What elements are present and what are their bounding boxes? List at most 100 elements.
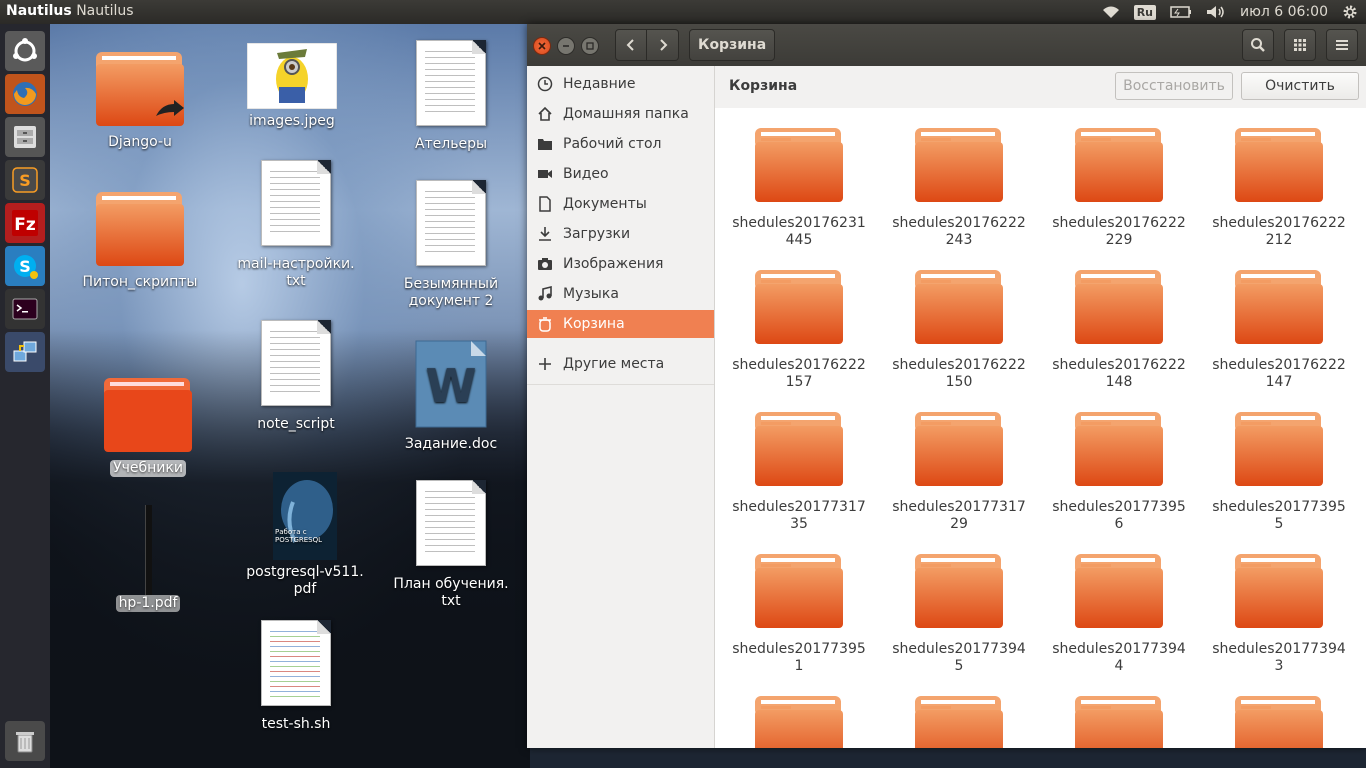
sidebar-item-label: Загрузки: [563, 226, 631, 242]
svg-text:S: S: [19, 257, 31, 276]
desktop-icon-textbooks[interactable]: Учебники: [83, 376, 213, 477]
camera-icon: [538, 258, 552, 270]
sidebar-item-documents[interactable]: Документы: [527, 190, 714, 218]
forward-button[interactable]: [647, 29, 679, 61]
sidebar-item-recent[interactable]: Недавние: [527, 70, 714, 98]
desktop-icon-python-scripts[interactable]: Питон_скрипты: [75, 190, 205, 291]
download-icon: [539, 227, 551, 241]
sidebar-item-other-locations[interactable]: Другие места: [527, 350, 714, 378]
search-button[interactable]: [1242, 29, 1274, 61]
restore-button[interactable]: Восстановить: [1115, 72, 1233, 100]
desktop-icon-postgresql-pdf[interactable]: Работа с POSTGRESQL postgresql-v511. pdf: [240, 472, 370, 598]
trash-icon: [539, 317, 551, 332]
desktop-icon-study-plan[interactable]: План обучения. txt: [386, 480, 516, 610]
trash-folder-item[interactable]: shedules20177395 1: [721, 552, 877, 675]
script-file-icon: [261, 620, 331, 706]
file-name: shedules20177394 4: [1052, 641, 1186, 674]
file-name: shedules20176222 243: [892, 215, 1026, 248]
headerbar: Корзина: [527, 24, 1366, 66]
file-name: shedules20176222 147: [1212, 357, 1346, 390]
trash-folder-item[interactable]: shedules20176222 150: [881, 268, 1037, 391]
desktop-icon-images-jpeg[interactable]: images.jpeg: [227, 42, 357, 130]
desktop-icon-untitled-doc[interactable]: Безымянный документ 2: [386, 180, 516, 310]
wifi-icon[interactable]: [1102, 5, 1120, 19]
clock-icon: [537, 76, 553, 92]
desktop-icon-django-u[interactable]: Django-u: [75, 50, 205, 151]
skype-icon[interactable]: S: [5, 246, 45, 286]
desktop-icon-task-doc[interactable]: W Задание.doc: [386, 340, 516, 453]
empty-trash-button[interactable]: Очистить: [1241, 72, 1359, 100]
sublime-text-icon[interactable]: S: [5, 160, 45, 200]
desktop-icon-label: Задание.doc: [404, 436, 498, 452]
window-maximize-button[interactable]: [581, 37, 599, 55]
trash-folder-item[interactable]: shedules20176222 243: [881, 126, 1037, 249]
trash-folder-item[interactable]: [1201, 694, 1357, 748]
sidebar-item-video[interactable]: Видео: [527, 160, 714, 188]
trash-folder-item[interactable]: shedules20177317 29: [881, 410, 1037, 533]
trash-folder-item[interactable]: shedules20177395 5: [1201, 410, 1357, 533]
sidebar-item-home[interactable]: Домашняя папка: [527, 100, 714, 128]
trash-icon[interactable]: [5, 721, 45, 761]
file-name: shedules20177317 29: [892, 499, 1026, 532]
network-settings-icon[interactable]: [5, 332, 45, 372]
trash-folder-item[interactable]: shedules20177394 5: [881, 552, 1037, 675]
location-breadcrumb[interactable]: Корзина: [689, 29, 776, 61]
desktop-icon-hp-pdf[interactable]: hp-1.pdf: [83, 505, 213, 612]
sidebar-item-trash[interactable]: Корзина: [527, 310, 714, 338]
back-button[interactable]: [615, 29, 647, 61]
keyboard-layout-indicator[interactable]: Ru: [1133, 4, 1156, 20]
file-name: shedules20177394 3: [1212, 641, 1346, 674]
window-minimize-button[interactable]: [557, 37, 575, 55]
text-file-icon: [416, 480, 486, 566]
sidebar-item-desktop[interactable]: Рабочий стол: [527, 130, 714, 158]
trash-folder-item[interactable]: [721, 694, 877, 748]
folder-icon: [1075, 270, 1163, 344]
terminal-icon[interactable]: [5, 289, 45, 329]
desktop-icon-label: note_script: [257, 416, 335, 432]
desktop-icon-label: postgresql-v511. pdf: [246, 564, 364, 597]
desktop-icon-mail-settings[interactable]: mail-настройки. txt: [231, 160, 361, 290]
sidebar-item-label: Документы: [563, 196, 647, 212]
trash-folder-item[interactable]: shedules20177394 4: [1041, 552, 1197, 675]
trash-folder-item[interactable]: shedules20177317 35: [721, 410, 877, 533]
trash-folder-item[interactable]: [881, 694, 1037, 748]
trash-folder-item[interactable]: shedules20176222 212: [1201, 126, 1357, 249]
clock[interactable]: июл 6 06:00: [1240, 4, 1328, 20]
sidebar-item-music[interactable]: Музыка: [527, 280, 714, 308]
file-name: shedules20176222 157: [732, 357, 866, 390]
folder-icon: [915, 128, 1003, 202]
ubuntu-dash-icon[interactable]: [5, 31, 45, 71]
trash-folder-item[interactable]: [1041, 694, 1197, 748]
trash-folder-item[interactable]: shedules20177395 6: [1041, 410, 1197, 533]
settings-gear-icon[interactable]: [1342, 4, 1358, 20]
file-view: Корзина Восстановить Очистить shedules20…: [715, 66, 1366, 748]
firefox-icon[interactable]: [5, 74, 45, 114]
sidebar-item-label: Рабочий стол: [563, 136, 662, 152]
sidebar-item-pictures[interactable]: Изображения: [527, 250, 714, 278]
trash-folder-item[interactable]: shedules20176222 229: [1041, 126, 1197, 249]
battery-icon[interactable]: [1170, 6, 1192, 18]
trash-folder-item[interactable]: shedules20176222 147: [1201, 268, 1357, 391]
folder-icon: [755, 270, 843, 344]
file-name: shedules20177395 6: [1052, 499, 1186, 532]
folder-icon: [755, 696, 843, 748]
trash-folder-item[interactable]: shedules20177394 3: [1201, 552, 1357, 675]
panel-app-title: Nautilus Nautilus: [6, 3, 134, 19]
desktop-icon-test-sh[interactable]: test-sh.sh: [231, 620, 361, 733]
view-mode-button[interactable]: [1284, 29, 1316, 61]
folder-link-icon: [96, 52, 184, 126]
volume-icon[interactable]: [1206, 5, 1226, 19]
document-icon: [539, 196, 551, 212]
trash-folder-item[interactable]: shedules20176222 157: [721, 268, 877, 391]
trash-folder-item[interactable]: shedules20176222 148: [1041, 268, 1197, 391]
word-document-icon: W: [415, 340, 487, 428]
panel-window-title: Nautilus: [76, 3, 134, 19]
filezilla-icon[interactable]: Fz: [5, 203, 45, 243]
trash-folder-item[interactable]: shedules20176231 445: [721, 126, 877, 249]
sidebar-item-downloads[interactable]: Загрузки: [527, 220, 714, 248]
desktop-icon-ateliers[interactable]: Ательеры: [386, 40, 516, 153]
desktop-icon-note-script[interactable]: note_script: [231, 320, 361, 433]
files-icon[interactable]: [5, 117, 45, 157]
menu-button[interactable]: [1326, 29, 1358, 61]
window-close-button[interactable]: [533, 37, 551, 55]
